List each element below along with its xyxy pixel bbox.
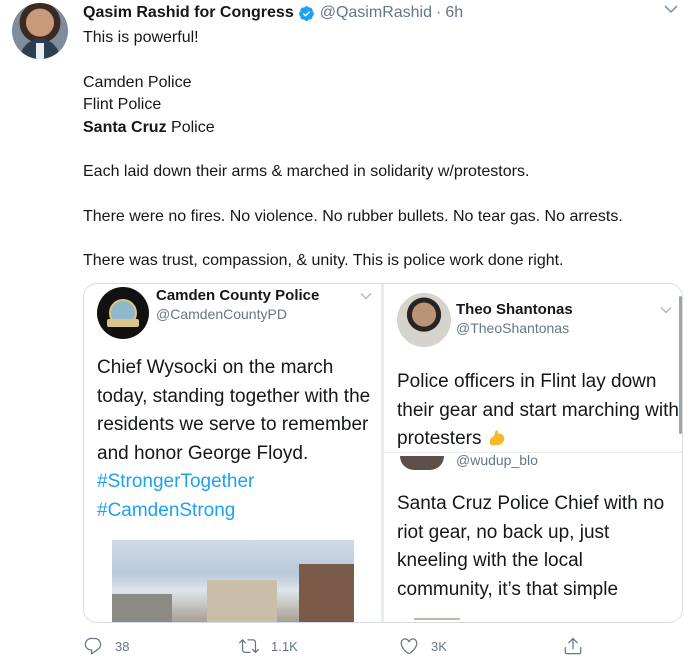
embed-camden-screenshot[interactable]: Camden County Police @CamdenCountyPD Chi… (84, 284, 381, 622)
author-name[interactable]: Qasim Rashid for Congress (83, 4, 294, 22)
retweet-button[interactable]: 1.1K (239, 634, 298, 658)
embed-right-body: Police officers in Flint lay down their … (397, 371, 679, 449)
tweet-actions: 38 1.1K 3K (83, 634, 673, 658)
camden-police-logo (97, 287, 149, 339)
media-grid[interactable]: Camden County Police @CamdenCountyPD Chi… (83, 283, 683, 623)
embed-left-handle: @CamdenCountyPD (156, 306, 287, 322)
tweet-body: This is powerful! Camden Police Flint Po… (83, 27, 683, 273)
santa-cruz-bold: Santa Cruz (83, 118, 167, 136)
tweet-line-2: Camden Police (83, 73, 192, 91)
tweet-line-7: There was trust, compassion, & unity. Th… (83, 252, 564, 269)
embed-flint-santacruz-screenshot[interactable]: Theo Shantonas @TheoShantonas Police off… (384, 284, 682, 622)
street-photo (112, 540, 354, 622)
hashtag-camden-strong: #CamdenStrong (97, 499, 236, 521)
scrollbar[interactable] (679, 296, 682, 434)
chevron-down-icon (360, 293, 372, 300)
embed-right-handle: @TheoShantonas (456, 320, 570, 336)
avatar-shirt (36, 43, 44, 59)
tweet-time[interactable]: 6h (445, 4, 463, 22)
tweet-line-6: There were no fires. No violence. No rub… (83, 207, 623, 225)
theo-avatar (397, 293, 451, 347)
embed-right-bottom-handle: @wudup_blo (456, 452, 538, 468)
hashtag-stronger-together: #StrongerTogether (97, 471, 255, 492)
separator-dot: · (436, 4, 442, 21)
tweet-line-4: Santa Cruz Police (83, 117, 683, 140)
tweet-line-1: This is powerful! (83, 29, 199, 46)
reply-count: 38 (115, 638, 130, 654)
heart-icon (400, 638, 418, 655)
chevron-down-icon[interactable] (664, 4, 678, 14)
police-word: Police (166, 118, 215, 136)
reply-button[interactable]: 38 (83, 634, 129, 658)
share-icon (564, 637, 582, 655)
reply-icon (84, 637, 102, 655)
embed-left-text: Chief Wysocki on the march today, standi… (97, 354, 381, 525)
author-handle[interactable]: @QasimRashid (320, 4, 432, 22)
author-avatar[interactable] (12, 3, 68, 59)
embed-right-text: Police officers in Flint lay down their … (397, 368, 679, 454)
chevron-down-icon (660, 307, 672, 314)
verified-badge-icon (298, 5, 314, 21)
like-button[interactable]: 3K (399, 634, 447, 658)
embed-left-name: Camden County Police (156, 287, 320, 304)
tweet-header: Qasim Rashid for Congress @QasimRashid ·… (83, 3, 463, 23)
embed-right-bottom-text: Santa Cruz Police Chief with no riot gea… (397, 493, 665, 600)
wudup-avatar (400, 456, 444, 470)
share-button[interactable] (563, 634, 595, 658)
like-count: 3K (431, 638, 447, 654)
photo-edge (414, 618, 460, 620)
embed-right-name: Theo Shantonas (456, 301, 573, 318)
tweet-line-3: Flint Police (83, 96, 162, 113)
retweet-icon (239, 639, 259, 654)
flexed-biceps-icon (489, 430, 505, 446)
tweet-line-5: Each laid down their arms & marched in s… (83, 163, 530, 180)
embed-left-body: Chief Wysocki on the march today, standi… (97, 357, 371, 464)
retweet-count: 1.1K (271, 638, 298, 654)
